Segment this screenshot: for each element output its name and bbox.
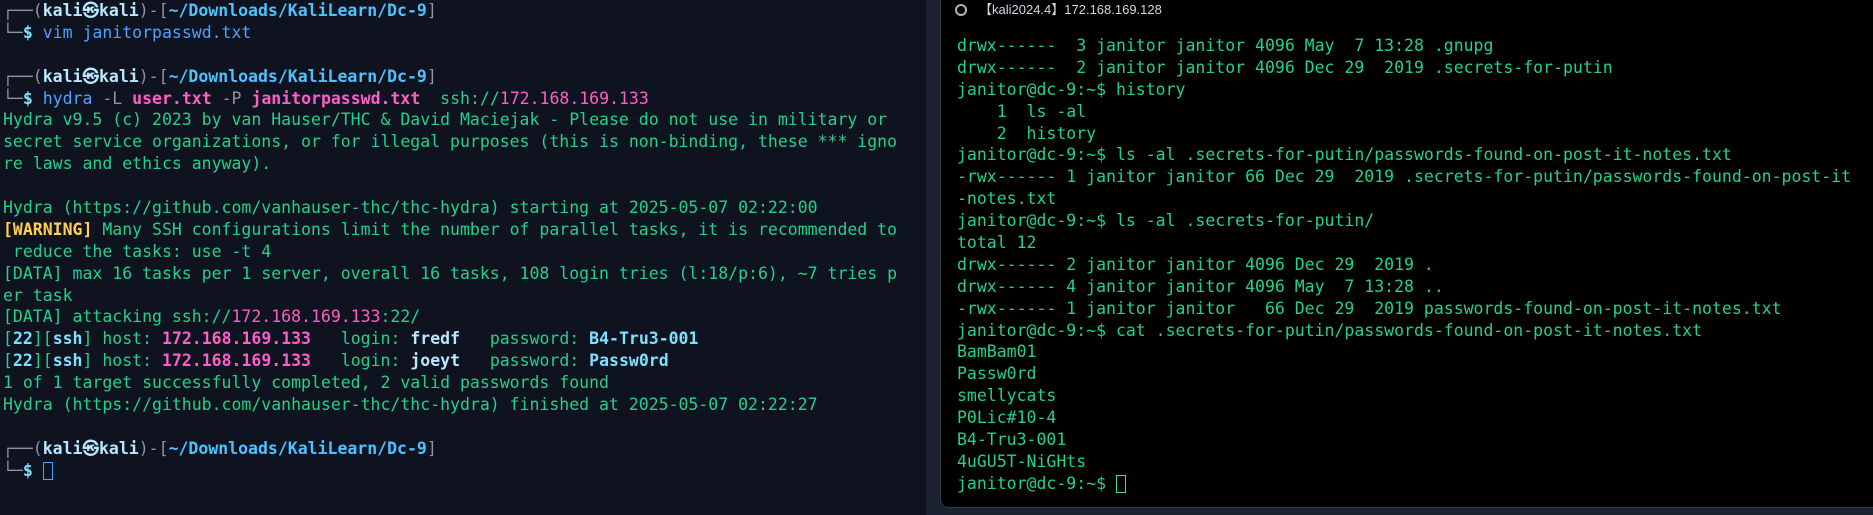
output-line: janitor@dc-9:~$ ls -al .secrets-for-puti… — [957, 145, 1732, 165]
output-line: Hydra (https://github.com/vanhauser-thc/… — [3, 198, 818, 218]
prompt-line: ┌──(kali㉿kali)-[~/Downloads/KaliLearn/Dc… — [3, 66, 437, 86]
debian-swirl-icon — [955, 4, 967, 16]
right-terminal-pane[interactable]: 【kali2024.4】172.168.169.128 drwx------ 3… — [940, 0, 1873, 508]
prompt-path: ~/Downloads/KaliLearn/Dc-9 — [168, 438, 427, 458]
output-line: [DATA] attacking ssh://172.168.169.133:2… — [3, 306, 922, 328]
prompt-text: janitor@dc-9:~$ — [957, 473, 1116, 493]
terminal-tab-header[interactable]: 【kali2024.4】172.168.169.128 — [955, 0, 1162, 20]
prompt-host: kali — [99, 1, 139, 20]
found-login: fredf — [410, 329, 461, 349]
found-password: B4-Tru3-001 — [589, 329, 699, 349]
right-terminal-output: drwx------ 3 janitor janitor 4096 May 7 … — [957, 35, 1870, 495]
output-line: -rwx------ 1 janitor janitor 66 Dec 29 2… — [957, 167, 1852, 187]
found-port: 22 — [12, 329, 33, 349]
command-flag: -L — [102, 88, 123, 108]
warning-text: Many SSH configurations limit the number… — [92, 219, 898, 239]
prompt-at: ㉿ — [82, 66, 100, 86]
found-host: 172.168.169.133 — [161, 351, 311, 371]
left-terminal-output: ┌──(kali㉿kali)-[~/Downloads/KaliLearn/Dc… — [3, 0, 922, 482]
output-line: drwx------ 3 janitor janitor 4096 May 7 … — [957, 36, 1494, 55]
prompt-user: kali — [42, 66, 83, 86]
output-line: reduce the tasks: use -t 4 — [3, 241, 272, 261]
found-service: ssh — [52, 351, 83, 371]
warning-line: [WARNING] Many SSH configurations limit … — [3, 219, 922, 241]
command-text: vim janitorpasswd.txt — [42, 22, 252, 42]
data-ip: 172.168.169.133 — [231, 307, 381, 327]
prompt-user: kali — [42, 1, 83, 20]
prompt-path: ~/Downloads/KaliLearn/Dc-9 — [168, 66, 427, 86]
found-host: 172.168.169.133 — [161, 329, 311, 349]
left-terminal-pane[interactable]: ┌──(kali㉿kali)-[~/Downloads/KaliLearn/Dc… — [0, 0, 926, 515]
command-flag: -P — [221, 88, 242, 108]
terminal-cursor[interactable] — [1115, 475, 1126, 494]
prompt-at: ㉿ — [82, 438, 100, 458]
command-line: janitor@dc-9:~$ — [957, 473, 1870, 495]
output-line: total 12 — [957, 233, 1037, 253]
command-line: └─$ — [3, 460, 922, 482]
output-line: 1 ls -al — [957, 101, 1087, 121]
command-line: └─$ hydra -L user.txt -P janitorpasswd.t… — [3, 88, 649, 108]
prompt-host: kali — [99, 66, 139, 86]
output-line: er task — [3, 285, 73, 305]
output-line: 2 history — [957, 123, 1097, 143]
data-suffix: :22/ — [380, 307, 421, 327]
tab-title: 【kali2024.4】172.168.169.128 — [979, 2, 1162, 17]
command-ip: 172.168.169.133 — [499, 88, 649, 108]
data-prefix: [DATA] attacking ssh:// — [3, 307, 232, 327]
prompt-user: kali — [42, 438, 83, 458]
prompt-path: ~/Downloads/KaliLearn/Dc-9 — [168, 1, 427, 20]
command-proto: ssh:// — [440, 88, 500, 108]
output-line: [DATA] max 16 tasks per 1 server, overal… — [3, 263, 898, 283]
output-line: janitor@dc-9:~$ ls -al .secrets-for-puti… — [957, 211, 1375, 231]
output-line: P0Lic#10-4 — [957, 408, 1057, 428]
output-line: janitor@dc-9:~$ cat .secrets-for-putin/p… — [957, 320, 1703, 340]
command-arg: user.txt — [132, 88, 212, 108]
output-line: Hydra v9.5 (c) 2023 by van Hauser/THC & … — [3, 110, 888, 130]
command-line: └─$ vim janitorpasswd.txt — [3, 22, 252, 42]
output-line: B4-Tru3-001 — [957, 430, 1067, 450]
pane-divider[interactable] — [926, 0, 940, 515]
output-line: Passw0rd — [957, 364, 1037, 384]
output-line: BamBam01 — [957, 342, 1037, 362]
output-line: -notes.txt — [957, 189, 1057, 209]
output-line: drwx------ 2 janitor janitor 4096 Dec 29… — [957, 254, 1434, 274]
found-service: ssh — [52, 329, 83, 349]
output-line: janitor@dc-9:~$ history — [957, 79, 1186, 99]
warning-tag: [WARNING] — [3, 219, 93, 239]
output-line: 1 of 1 target successfully completed, 2 … — [3, 373, 609, 393]
prompt-line: ┌──(kali㉿kali)-[~/Downloads/KaliLearn/Dc… — [3, 1, 437, 20]
output-line: re laws and ethics anyway). — [3, 154, 272, 174]
found-login: joeyt — [410, 351, 461, 371]
output-line: drwx------ 4 janitor janitor 4096 May 7 … — [957, 276, 1444, 296]
found-port: 22 — [12, 351, 33, 371]
output-line: smellycats — [957, 386, 1057, 406]
output-line: Hydra (https://github.com/vanhauser-thc/… — [3, 395, 818, 415]
output-line: secret service organizations, or for ill… — [3, 132, 898, 152]
prompt-host: kali — [99, 438, 139, 458]
found-password: Passw0rd — [589, 351, 669, 371]
found-credential-row: [22][ssh] host: 172.168.169.133 login: f… — [3, 329, 699, 349]
output-line: -rwx------ 1 janitor janitor 66 Dec 29 2… — [957, 298, 1782, 318]
command-program: hydra — [42, 88, 93, 108]
output-line: 4uGU5T-NiGHts — [957, 451, 1087, 471]
output-line: drwx------ 2 janitor janitor 4096 Dec 29… — [957, 57, 1613, 77]
command-arg: janitorpasswd.txt — [251, 88, 421, 108]
prompt-at: ㉿ — [82, 1, 100, 20]
found-credential-row: [22][ssh] host: 172.168.169.133 login: j… — [3, 351, 669, 371]
terminal-cursor[interactable] — [42, 462, 53, 481]
prompt-line: ┌──(kali㉿kali)-[~/Downloads/KaliLearn/Dc… — [3, 438, 437, 458]
